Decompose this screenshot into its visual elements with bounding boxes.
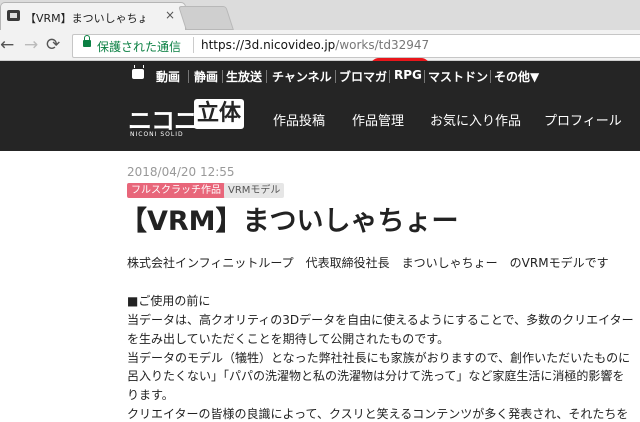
niconico-favicon-icon: [7, 10, 20, 21]
topnav-item-rpg[interactable]: RPG: [394, 68, 422, 82]
browser-toolbar: ← → ⟳ 保護された通信 https://3d.nicovideo.jp/wo…: [0, 30, 640, 88]
topnav-item-more[interactable]: その他▼: [494, 68, 539, 85]
description-line: 当データは、高クオリティの3Dデータを自由に使えるようにすることで、多数のクリエ…: [127, 313, 634, 327]
nav-profile[interactable]: プロフィール: [544, 110, 622, 129]
niconico-tv-icon[interactable]: [132, 69, 144, 79]
back-arrow-icon[interactable]: ←: [0, 35, 14, 55]
description-line: 当データのモデル（犠牲）となった弊社社長にも家族がおりますので、創作いただいたも…: [127, 351, 631, 365]
topnav-item-blomaga[interactable]: ブロマガ: [339, 68, 387, 85]
niconico-global-nav: 動画 静画 生放送 チャンネル ブロマガ RPG マストドン その他▼: [0, 61, 640, 91]
description-line: ■ご使用の前に: [127, 294, 211, 308]
description-line: ります。: [127, 388, 174, 402]
post-date: 2018/04/20 12:55: [127, 165, 235, 179]
description-line: を生み出していただくことを期待して公開されたものです。: [127, 332, 450, 346]
url-path: /works/td32947: [335, 38, 430, 52]
nav-manage-works[interactable]: 作品管理: [352, 110, 404, 129]
tag-vrm-model[interactable]: VRMモデル: [224, 183, 285, 198]
topnav-item-live[interactable]: 生放送: [226, 68, 262, 85]
address-bar[interactable]: 保護された通信 https://3d.nicovideo.jp/works/td…: [72, 34, 640, 58]
url-text[interactable]: https://3d.nicovideo.jp/works/td32947: [201, 38, 429, 52]
topnav-divider: [188, 70, 189, 83]
forward-arrow-icon[interactable]: →: [24, 35, 38, 55]
tab-title: 【VRM】まついしゃちょー | ニ: [25, 12, 145, 25]
topnav-divider: [389, 70, 390, 83]
topnav-item-video[interactable]: 動画: [156, 68, 180, 85]
reload-icon[interactable]: ⟳: [46, 35, 60, 55]
logo-rittai-box: 立体: [194, 99, 244, 129]
topnav-divider: [266, 70, 267, 83]
topnav-divider: [335, 70, 336, 83]
work-detail: 2018/04/20 12:55 フルスクラッチ作品 VRMモデル 【VRM】ま…: [0, 151, 640, 421]
topnav-item-seiga[interactable]: 静画: [194, 68, 218, 85]
browser-tab-strip: 【VRM】まついしゃちょー | ニ ×: [0, 0, 640, 30]
topnav-item-channel[interactable]: チャンネル: [272, 68, 332, 85]
logo-subtitle: NICONI SOLID: [130, 131, 184, 138]
tag-full-scratch[interactable]: フルスクラッチ作品: [127, 183, 225, 198]
lock-icon[interactable]: [83, 35, 91, 47]
author-line: 株式会社インフィニットループ 代表取締役社長 まついしゃちょー のVRMモデルで…: [127, 256, 609, 270]
topnav-divider: [424, 70, 425, 83]
new-tab-button[interactable]: [178, 6, 234, 30]
nav-favorite-works[interactable]: お気に入り作品: [430, 110, 521, 129]
topnav-divider: [222, 70, 223, 83]
secure-connection-label[interactable]: 保護された通信: [97, 38, 181, 55]
topnav-divider: [490, 70, 491, 83]
address-bar-divider: [193, 37, 194, 53]
work-title: 【VRM】まついしゃちょー: [120, 206, 459, 237]
niconi-solid-logo[interactable]: ニコニ 立体 NICONI SOLID: [128, 95, 246, 139]
topnav-item-mastodon[interactable]: マストドン: [428, 68, 488, 85]
niconi-solid-header: ニコニ 立体 NICONI SOLID 作品投稿 作品管理 お気に入り作品 プロ…: [0, 91, 640, 151]
nav-post-work[interactable]: 作品投稿: [273, 110, 325, 129]
description-line: 呂入りたくない」「パパの洗濯物と私の洗濯物は分けて洗って」など家庭生活に消極的影…: [127, 369, 625, 383]
browser-tab[interactable]: 【VRM】まついしゃちょー | ニ ×: [0, 2, 186, 30]
url-host: https://3d.nicovideo.jp: [201, 38, 336, 52]
tab-close-icon[interactable]: ×: [165, 8, 175, 22]
